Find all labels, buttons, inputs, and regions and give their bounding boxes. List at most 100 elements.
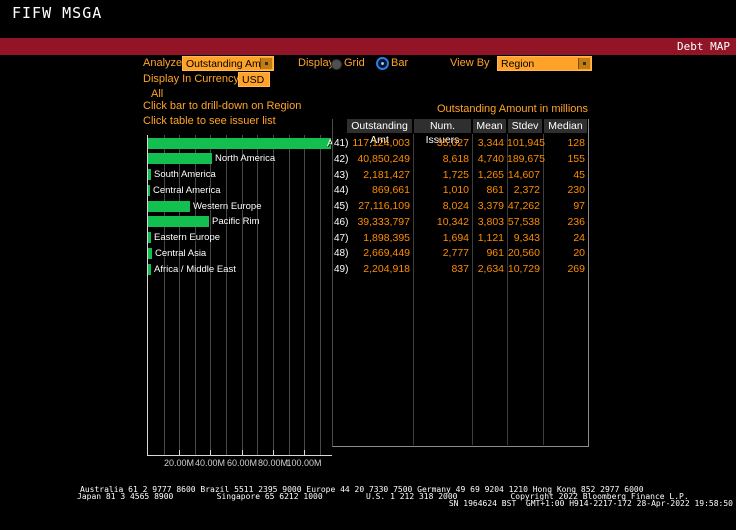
table-header-outstanding-amt[interactable]: Outstanding Amt — [347, 119, 412, 133]
cell-median: 230 — [543, 183, 585, 198]
cell-mean: 861 — [472, 183, 504, 198]
radio-grid-label[interactable]: Grid — [344, 57, 365, 69]
chart-gridline — [273, 135, 274, 455]
cell-mean: 3,803 — [472, 215, 504, 230]
view-by-select[interactable]: Region — [497, 56, 592, 71]
table-row[interactable]: 46)39,333,79710,3423,80357,538236 — [333, 215, 588, 230]
cell-mean: 1,121 — [472, 231, 504, 246]
bar-label: Western Europe — [193, 201, 261, 212]
cell-mean: 2,634 — [472, 262, 504, 277]
analyze-selected-value: Outstanding Amt — [186, 58, 264, 70]
chevron-down-icon[interactable] — [578, 58, 590, 69]
footer-session-line: SN 1964624 BST GMT+1:00 H914-2217-172 28… — [449, 500, 733, 507]
chart-bar-south-america[interactable] — [148, 169, 151, 180]
cell-stdev: 47,262 — [507, 199, 540, 214]
chart-gridline — [320, 135, 321, 455]
chart-bar-north-america[interactable] — [148, 153, 212, 164]
chart-gridline — [242, 135, 243, 455]
table-header-mean[interactable]: Mean — [473, 119, 506, 133]
display-label: Display — [298, 57, 334, 69]
table-row[interactable]: 41)117,124,00335,0273,344101,945128 — [333, 136, 588, 151]
terminal-screen: FIFW MSGA Debt MAP Analyze Outstanding A… — [0, 0, 736, 530]
table-header-stdev[interactable]: Stdev — [508, 119, 542, 133]
chart-bar-central-asia[interactable] — [148, 248, 152, 259]
chart-gridline — [164, 135, 165, 455]
x-axis-tick-label: 60.00M — [227, 458, 257, 468]
cell-stdev: 9,343 — [507, 231, 540, 246]
cell-median: 45 — [543, 168, 585, 183]
cell-stdev: 57,538 — [507, 215, 540, 230]
scope-label: All — [151, 88, 163, 100]
chevron-down-icon[interactable] — [260, 58, 272, 69]
cell-outstanding-amt: 27,116,109 — [346, 199, 410, 214]
bar-hint: Click bar to drill-down on Region — [143, 100, 301, 112]
chart-bar-eastern-europe[interactable] — [148, 232, 151, 243]
chart-bar-all[interactable] — [148, 138, 331, 149]
cell-num-issuers: 1,010 — [413, 183, 469, 198]
radio-bar-label[interactable]: Bar — [391, 57, 408, 69]
cell-mean: 961 — [472, 246, 504, 261]
chart-gridline — [226, 135, 227, 455]
cell-outstanding-amt: 117,124,003 — [346, 136, 410, 151]
cell-outstanding-amt: 2,204,918 — [346, 262, 410, 277]
x-axis-tick-label: 20.00M — [164, 458, 194, 468]
cell-median: 155 — [543, 152, 585, 167]
x-axis-tick — [179, 450, 180, 455]
table-row[interactable]: 47)1,898,3951,6941,1219,34324 — [333, 231, 588, 246]
cell-outstanding-amt: 2,669,449 — [346, 246, 410, 261]
analyze-select[interactable]: Outstanding Amt — [182, 56, 274, 71]
bar-label: Africa / Middle East — [154, 264, 236, 275]
cell-median: 269 — [543, 262, 585, 277]
currency-input[interactable]: USD — [238, 72, 270, 87]
app-header-bar: Debt MAP — [0, 38, 736, 55]
bar-label: South America — [154, 169, 216, 180]
table-row[interactable]: 48)2,669,4492,77796120,56020 — [333, 246, 588, 261]
chart-bar-central-america[interactable] — [148, 185, 150, 196]
chart-gridline — [304, 135, 305, 455]
cell-num-issuers: 8,024 — [413, 199, 469, 214]
cell-stdev: 189,675 — [507, 152, 540, 167]
cell-mean: 1,265 — [472, 168, 504, 183]
radio-bar[interactable] — [376, 57, 389, 70]
table-row[interactable]: 49)2,204,9188372,63410,729269 — [333, 262, 588, 277]
table-row[interactable]: 42)40,850,2498,6184,740189,675155 — [333, 152, 588, 167]
cell-mean: 4,740 — [472, 152, 504, 167]
app-title: Debt MAP — [677, 40, 730, 53]
cell-median: 24 — [543, 231, 585, 246]
cell-outstanding-amt: 869,661 — [346, 183, 410, 198]
chart-gridline — [210, 135, 211, 455]
chart-bar-western-europe[interactable] — [148, 201, 190, 212]
cell-num-issuers: 837 — [413, 262, 469, 277]
chart-gridline — [195, 135, 196, 455]
cell-stdev: 20,560 — [507, 246, 540, 261]
x-axis-tick-label: 100.00M — [286, 458, 321, 468]
cell-mean: 3,379 — [472, 199, 504, 214]
table-row[interactable]: 45)27,116,1098,0243,37947,26297 — [333, 199, 588, 214]
radio-grid[interactable] — [331, 59, 342, 70]
table-row[interactable]: 44)869,6611,0108612,372230 — [333, 183, 588, 198]
cell-mean: 3,344 — [472, 136, 504, 151]
cell-median: 20 — [543, 246, 585, 261]
table-row[interactable]: 43)2,181,4271,7251,26514,60745 — [333, 168, 588, 183]
cell-num-issuers: 8,618 — [413, 152, 469, 167]
table-header-num-issuers[interactable]: Num. Issuers — [414, 119, 471, 133]
bar-label: North America — [215, 153, 275, 164]
region-table: Outstanding AmtNum. IssuersMeanStdevMedi… — [332, 119, 589, 447]
chart-bar-pacific-rim[interactable] — [148, 216, 209, 227]
chart-gridline — [257, 135, 258, 455]
bar-label: Eastern Europe — [154, 232, 220, 243]
x-axis-tick — [210, 450, 211, 455]
cell-num-issuers: 2,777 — [413, 246, 469, 261]
cell-stdev: 2,372 — [507, 183, 540, 198]
cell-stdev: 101,945 — [507, 136, 540, 151]
cell-outstanding-amt: 1,898,395 — [346, 231, 410, 246]
table-header-median[interactable]: Median — [544, 119, 587, 133]
chart-gridline — [289, 135, 290, 455]
cell-stdev: 14,607 — [507, 168, 540, 183]
x-axis-tick — [273, 450, 274, 455]
table-hint: Click table to see issuer list — [143, 115, 276, 127]
view-by-selected-value: Region — [501, 58, 534, 70]
chart-gridline — [179, 135, 180, 455]
x-axis-tick-label: 80.00M — [258, 458, 288, 468]
chart-bar-africa-middle-east[interactable] — [148, 264, 151, 275]
